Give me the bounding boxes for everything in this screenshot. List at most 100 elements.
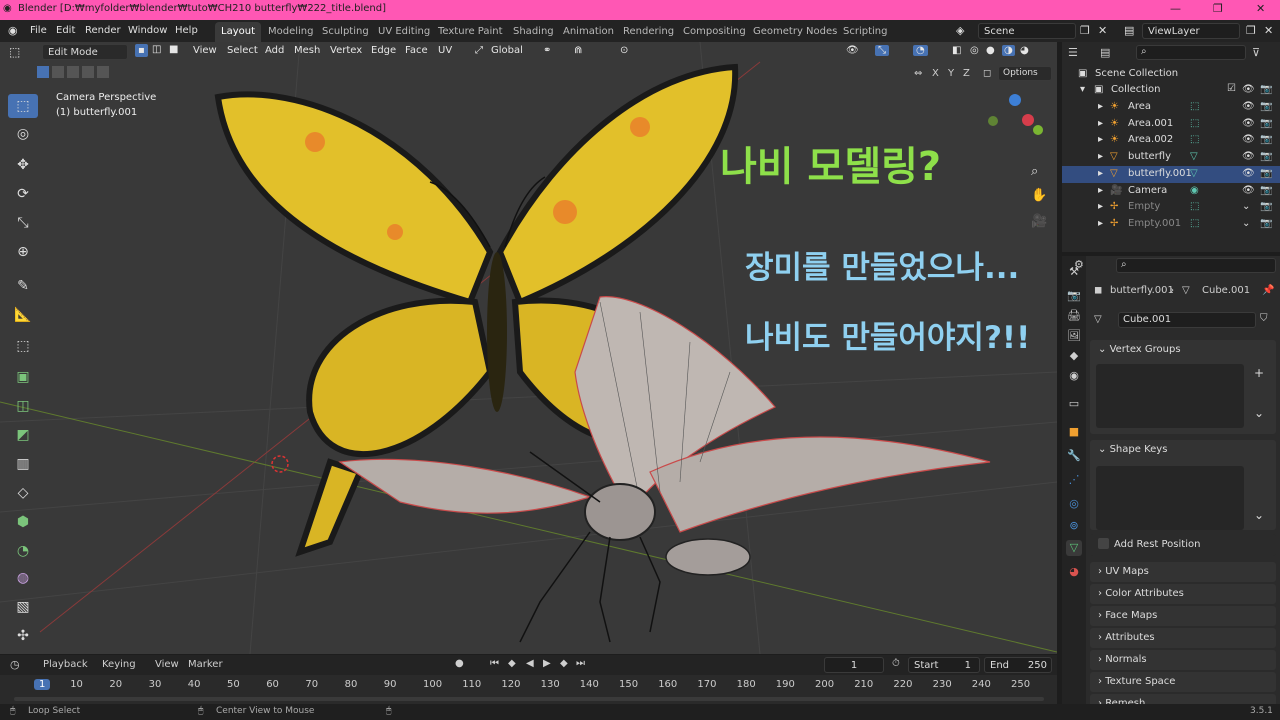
delete-scene-icon[interactable]: ✕ (1098, 24, 1107, 37)
object-data-icon[interactable]: ▽ (1190, 151, 1198, 162)
tool-move[interactable]: ✥ (8, 153, 38, 177)
outliner-item[interactable]: ▸ ▽ butterfly.001 ▽ 👁 📷 (1062, 165, 1280, 183)
mode-selector[interactable]: Edit Mode (42, 44, 128, 60)
proportional-edit-icon[interactable]: ⊙ (620, 45, 628, 56)
panel-section[interactable]: › Face Maps (1090, 606, 1276, 626)
tool-add-cube[interactable]: ⬚ (8, 334, 38, 358)
options-dropdown[interactable]: Options (998, 66, 1052, 81)
prev-keyframe-icon[interactable]: ◆ (508, 658, 516, 669)
tool-cursor[interactable]: ◎ (8, 122, 38, 146)
menu-edit[interactable]: Edit (56, 25, 75, 36)
gizmo-toggle-icon[interactable]: ⤡ (875, 45, 889, 56)
start-frame-field[interactable]: Start 1 (908, 657, 980, 673)
menu-render[interactable]: Render (85, 25, 121, 36)
play-reverse-icon[interactable]: ◀ (526, 658, 534, 669)
select-invert-icon[interactable] (82, 66, 94, 78)
outliner-search[interactable]: ⌕ (1136, 45, 1246, 60)
shape-key-menu-icon[interactable]: ⌄ (1254, 508, 1264, 522)
mirror-x[interactable]: X (932, 68, 939, 79)
eye-icon[interactable]: 👁 (1242, 101, 1255, 112)
output-tab-icon[interactable]: 🖨 (1066, 308, 1082, 324)
pan-hand-icon[interactable]: ✋ (1031, 188, 1047, 203)
play-icon[interactable]: ▶ (543, 658, 551, 669)
physics-tab-icon[interactable]: ◎ (1066, 496, 1082, 512)
outliner-collection[interactable]: ▾ ▣ Collection ☑ 👁 📷 (1062, 82, 1280, 99)
xray-icon[interactable]: ◧ (952, 45, 961, 56)
tool-inset[interactable]: ◫ (8, 394, 38, 418)
eye-icon[interactable]: 👁 (1242, 185, 1255, 196)
vertex-group-menu-icon[interactable]: ⌄ (1254, 406, 1264, 420)
tool-select-box[interactable]: ⬚ (8, 94, 38, 118)
menu-view[interactable]: View (193, 45, 217, 56)
vertex-groups-header[interactable]: ⌄ Vertex Groups (1098, 344, 1181, 355)
eye-icon[interactable]: 👁 (1242, 134, 1255, 145)
collapse-icon[interactable]: ▾ (1080, 84, 1085, 95)
object-data-icon[interactable]: ⬚ (1190, 118, 1199, 129)
add-rest-position-checkbox[interactable] (1098, 538, 1109, 549)
outliner-item[interactable]: ▸ ☀ Area ⬚ 👁 📷 (1062, 99, 1280, 116)
tool-transform[interactable]: ⊕ (8, 240, 38, 264)
edge-select-icon[interactable]: ◫ (152, 44, 161, 55)
modifier-tab-icon[interactable]: 🔧 (1066, 448, 1082, 464)
tab-geometry-nodes[interactable]: Geometry Nodes (747, 22, 843, 42)
new-view-layer-icon[interactable]: ❐ (1246, 24, 1256, 37)
render-camera-icon[interactable]: 📷 (1260, 185, 1272, 196)
scene-selector[interactable]: Scene (978, 23, 1076, 39)
expand-icon[interactable]: ▸ (1098, 168, 1103, 179)
select-box-icon[interactable] (37, 66, 49, 78)
object-data-icon[interactable]: ⬚ (1190, 201, 1199, 212)
viewport-3d[interactable]: ⬚ Edit Mode ▪ ◫ ■ View Select Add Mesh V… (0, 42, 1057, 654)
record-icon[interactable]: ● (455, 658, 464, 669)
tab-scripting[interactable]: Scripting (837, 22, 893, 42)
mirror-y[interactable]: Y (948, 68, 954, 79)
outliner-display-icon[interactable]: ▤ (1100, 46, 1110, 59)
eye-icon[interactable]: 👁 (1242, 118, 1255, 129)
expand-icon[interactable]: ▸ (1098, 151, 1103, 162)
tool-annotate[interactable]: ✎ (8, 274, 38, 298)
outliner-scene-collection[interactable]: ▣ Scene Collection (1062, 66, 1280, 83)
menu-view[interactable]: View (155, 659, 179, 670)
filter-icon[interactable]: ⊽ (1252, 46, 1260, 59)
object-tab-icon[interactable]: ■ (1066, 424, 1082, 440)
eye-icon[interactable]: ⌄ (1242, 201, 1250, 212)
menu-keying[interactable]: Keying (102, 659, 136, 670)
tab-texture-paint[interactable]: Texture Paint (432, 22, 509, 42)
scene-tab-icon[interactable]: ◆ (1066, 348, 1082, 364)
stopwatch-icon[interactable]: ⏱ (892, 658, 900, 669)
outliner-item[interactable]: ▸ ☀ Area.002 ⬚ 👁 📷 (1062, 132, 1280, 149)
vertex-groups-list[interactable] (1096, 364, 1244, 428)
menu-add[interactable]: Add (265, 45, 284, 56)
mirror-icon[interactable]: ⇔ (914, 68, 922, 79)
tab-layout[interactable]: Layout (215, 22, 261, 42)
shape-keys-list[interactable] (1096, 466, 1244, 530)
tool-shear[interactable]: ▧ (8, 595, 38, 619)
tool-shrink[interactable]: ✣ (8, 624, 38, 648)
zoom-icon[interactable]: ⌕ (1031, 164, 1038, 179)
data-tab-icon[interactable]: ▽ (1066, 540, 1082, 556)
shading-rendered-icon[interactable]: ◕ (1020, 45, 1029, 56)
eye-icon[interactable]: 👁 (1242, 151, 1255, 162)
tab-shading[interactable]: Shading (507, 22, 560, 42)
object-data-icon[interactable]: ⬚ (1190, 101, 1199, 112)
view-layer-tab-icon[interactable]: 🖼 (1066, 328, 1082, 344)
panel-section[interactable]: › UV Maps (1090, 562, 1276, 582)
render-camera-icon[interactable]: 📷 (1260, 134, 1272, 145)
maximize-icon[interactable]: ❐ (1213, 2, 1223, 15)
shading-wireframe-icon[interactable]: ◎ (970, 45, 979, 56)
shading-solid-icon[interactable]: ● (986, 45, 995, 56)
select-intersect-icon[interactable] (97, 66, 109, 78)
tab-modeling[interactable]: Modeling (262, 22, 320, 42)
checkbox-icon[interactable]: ☑ (1227, 83, 1236, 94)
eye-icon[interactable]: 👁 (1242, 168, 1255, 179)
tool-loop-cut[interactable]: ▥ (8, 452, 38, 476)
view-layer-icon[interactable]: ▤ (1124, 24, 1134, 37)
orientation-icon[interactable]: ⤢ (475, 45, 483, 56)
pivot-icon[interactable]: ⚭ (543, 45, 551, 56)
jump-end-icon[interactable]: ⏭ (576, 658, 585, 669)
scene-icon[interactable]: ◈ (956, 24, 964, 37)
world-tab-icon[interactable]: ◉ (1066, 368, 1082, 384)
menu-select[interactable]: Select (227, 45, 258, 56)
view-layer-selector[interactable]: ViewLayer (1142, 23, 1240, 39)
close-icon[interactable]: ✕ (1256, 2, 1265, 15)
tool-rotate[interactable]: ⟳ (8, 182, 38, 206)
